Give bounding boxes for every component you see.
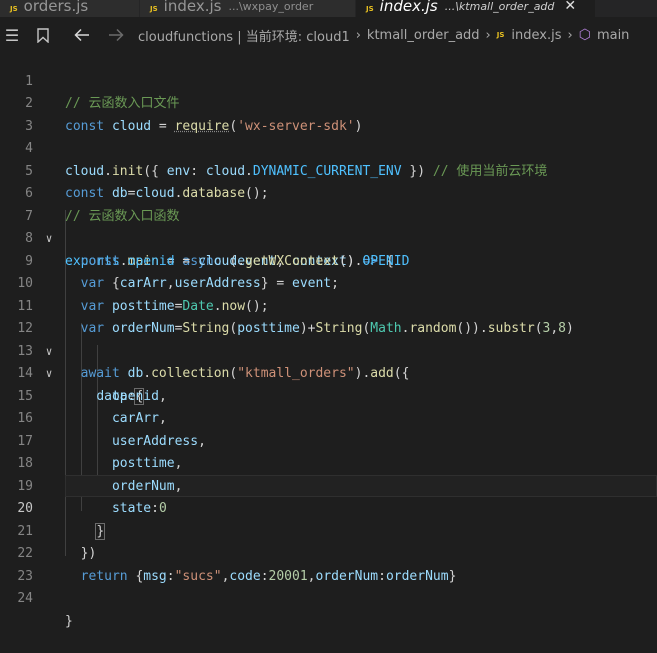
code-line: 9 var {carArr,userAddress} = event; bbox=[0, 228, 657, 292]
code-line: 12 ∨ await db.collection("ktmall_orders"… bbox=[0, 296, 657, 381]
code-line-current: 20 } bbox=[0, 476, 657, 540]
code-line: 7 ∨ exports.main = async (event, context… bbox=[0, 183, 657, 269]
code-line: 19 state:0 bbox=[0, 453, 657, 517]
js-file-icon: JS bbox=[366, 4, 374, 13]
code-line: 8 const openid = cloud.getWXContext().OP… bbox=[0, 206, 657, 269]
breadcrumb-symbol[interactable]: main bbox=[597, 28, 629, 43]
code-line: 2 const cloud = require('wx-server-sdk') bbox=[0, 71, 657, 134]
code-line: 16 userAddress, bbox=[0, 386, 657, 449]
code-line: 23 bbox=[0, 543, 657, 584]
code-editor[interactable]: 1 // 云函数入口文件 2 const cloud = require('wx… bbox=[0, 53, 657, 653]
js-file-icon: JS bbox=[150, 4, 158, 13]
back-arrow-icon[interactable] bbox=[72, 28, 92, 42]
line-number: 24 bbox=[17, 591, 33, 606]
forward-arrow-icon[interactable] bbox=[106, 28, 126, 42]
code-line: 14 openid, bbox=[0, 341, 657, 404]
chevron-right-icon: › bbox=[567, 27, 573, 43]
chevron-right-icon: › bbox=[485, 27, 491, 43]
bookmark-icon[interactable] bbox=[32, 27, 54, 43]
code-line: 13 ∨ data:{ bbox=[0, 318, 657, 405]
tab-path: ...\wxpay_order bbox=[228, 0, 314, 13]
code-line: 18 orderNum, bbox=[0, 431, 657, 494]
tab-path: ...\ktmall_order_add bbox=[444, 0, 555, 13]
menu-icon[interactable]: ☰ bbox=[0, 26, 24, 45]
breadcrumb-root[interactable]: cloudfunctions | 当前环境: cloud1 bbox=[138, 26, 350, 45]
tab-label: orders.js bbox=[23, 0, 89, 15]
breadcrumb-folder[interactable]: ktmall_order_add bbox=[367, 28, 480, 43]
editor-tab-bar: JS orders.js JS index.js ...\wxpay_order… bbox=[0, 0, 657, 17]
code-line: 15 carArr, bbox=[0, 363, 657, 427]
code-line: 5 const db=cloud.database(); bbox=[0, 138, 657, 202]
chevron-right-icon: › bbox=[355, 27, 361, 43]
tab-index-js-ktmall[interactable]: JS index.js ...\ktmall_order_add ✕ bbox=[356, 0, 596, 17]
code-line: 17 posttime, bbox=[0, 408, 657, 472]
tab-label: index.js bbox=[163, 0, 222, 15]
code-line: 3 bbox=[0, 93, 657, 134]
js-file-icon: JS bbox=[496, 31, 505, 39]
code-line: 11 var orderNum=String(posttime)+String(… bbox=[0, 273, 657, 337]
close-icon[interactable]: ✕ bbox=[564, 0, 576, 14]
breadcrumb-file[interactable]: index.js bbox=[511, 28, 561, 43]
code-line: 24 } bbox=[0, 566, 657, 629]
code-line: 4 cloud.init({ env: cloud.DYNAMIC_CURREN… bbox=[0, 116, 657, 179]
cube-icon: ⬡ bbox=[578, 27, 591, 43]
code-line: 22 return {msg:"sucs",code:20001,orderNu… bbox=[0, 521, 657, 584]
code-line: 6 // 云函数入口函数 bbox=[0, 161, 657, 224]
code-line: 21 }) bbox=[0, 498, 657, 562]
code-line: 10 var posttime=Date.now(); bbox=[0, 251, 657, 314]
js-file-icon: JS bbox=[10, 4, 18, 13]
tab-index-js-wxpay[interactable]: JS index.js ...\wxpay_order bbox=[140, 0, 356, 17]
code-line: 1 // 云函数入口文件 bbox=[0, 48, 657, 112]
tab-orders-js[interactable]: JS orders.js bbox=[0, 0, 140, 17]
tab-label: index.js bbox=[379, 0, 438, 15]
